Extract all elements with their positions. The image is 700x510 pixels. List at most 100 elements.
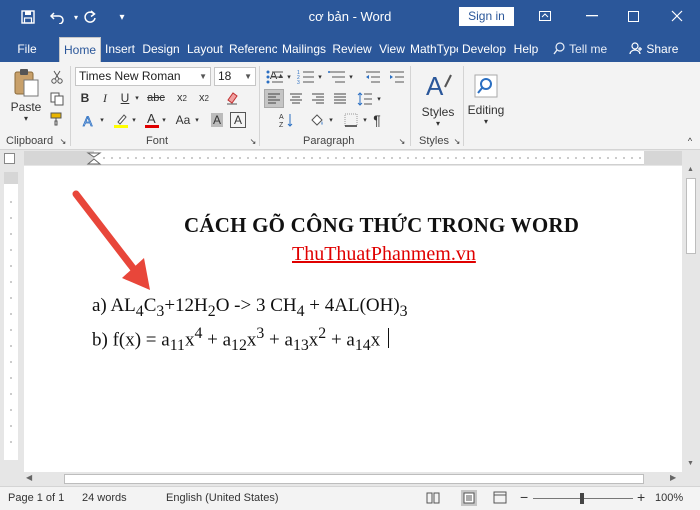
numbering-dropdown-icon[interactable]: ▾	[316, 67, 324, 87]
eq-a-sub: 3	[399, 302, 408, 320]
font-family-select[interactable]: Times New Roman ▼	[75, 67, 211, 86]
cut-icon[interactable]	[48, 68, 66, 86]
character-shading-icon[interactable]: A	[206, 110, 228, 130]
tab-home[interactable]: Home	[59, 37, 101, 62]
print-layout-icon[interactable]	[461, 490, 477, 506]
minimize-icon[interactable]	[577, 5, 607, 27]
vertical-scroll-thumb[interactable]	[686, 178, 696, 254]
shading-dropdown-icon[interactable]: ▾	[327, 110, 335, 130]
bullets-dropdown-icon[interactable]: ▾	[285, 67, 293, 87]
editing-button[interactable]: Editing ▾	[466, 66, 506, 132]
numbering-icon[interactable]: 123	[295, 67, 317, 87]
highlight-icon[interactable]	[110, 110, 132, 130]
text-effects-icon[interactable]: A	[78, 110, 100, 130]
redo-icon[interactable]	[80, 7, 100, 27]
document-page[interactable]: CÁCH GÕ CÔNG THỨC TRONG WORD ThuThuatPha…	[24, 166, 682, 472]
tab-references[interactable]: References	[229, 37, 277, 62]
vertical-ruler[interactable]	[4, 172, 18, 460]
vertical-scrollbar[interactable]: ▲ ▼	[682, 166, 700, 472]
maximize-icon[interactable]	[618, 5, 648, 27]
equation-a[interactable]: a) AL4C3+12H2O -> 3 CH4 + 4AL(OH)3	[92, 295, 408, 321]
document-site-link[interactable]: ThuThuatPhanmem.vn	[292, 243, 476, 266]
font-color-icon[interactable]: A	[142, 110, 162, 130]
clear-formatting-icon[interactable]	[222, 89, 242, 107]
language-indicator[interactable]: English (United States)	[166, 492, 279, 504]
sort-icon[interactable]: AZ	[276, 110, 298, 130]
scroll-right-icon[interactable]: ▶	[670, 473, 676, 482]
tab-mathtype[interactable]: MathType	[410, 37, 458, 62]
strikethrough-button[interactable]: abc	[144, 89, 168, 107]
close-icon[interactable]	[662, 5, 692, 27]
highlight-dropdown-icon[interactable]: ▾	[130, 110, 138, 130]
character-border-icon[interactable]: A	[230, 112, 246, 128]
undo-icon[interactable]	[48, 7, 68, 27]
align-center-button[interactable]	[286, 89, 306, 108]
zoom-out-icon[interactable]: −	[520, 489, 528, 505]
zoom-in-icon[interactable]: +	[637, 489, 645, 505]
clipboard-launcher-icon[interactable]: ↘	[58, 136, 68, 146]
save-icon[interactable]	[18, 7, 38, 27]
horizontal-scrollbar[interactable]: ◀ ▶	[24, 472, 682, 486]
tab-develop[interactable]: Develop	[460, 37, 508, 62]
tab-view[interactable]: View	[376, 37, 408, 62]
tab-mailings[interactable]: Mailings	[280, 37, 328, 62]
styles-launcher-icon[interactable]: ↘	[452, 136, 462, 146]
shading-icon[interactable]	[306, 110, 328, 130]
horizontal-ruler[interactable]	[24, 151, 682, 165]
zoom-level[interactable]: 100%	[655, 492, 683, 504]
ribbon-display-options-icon[interactable]	[530, 5, 560, 27]
subscript-button[interactable]: x2	[172, 89, 192, 107]
borders-icon[interactable]	[340, 110, 362, 130]
collapse-ribbon-icon[interactable]: ^	[684, 136, 696, 146]
page-count[interactable]: Page 1 of 1	[8, 492, 64, 504]
copy-icon[interactable]	[48, 90, 66, 108]
bold-button[interactable]: B	[76, 89, 94, 107]
line-spacing-icon[interactable]	[354, 89, 376, 108]
change-case-icon[interactable]: Aa	[172, 110, 194, 130]
italic-button[interactable]: I	[96, 89, 114, 107]
eq-a-sub: 2	[207, 302, 216, 320]
underline-dropdown-icon[interactable]: ▾	[132, 89, 142, 107]
multilevel-list-icon[interactable]	[326, 67, 348, 87]
horizontal-scroll-thumb[interactable]	[64, 474, 644, 484]
scroll-left-icon[interactable]: ◀	[26, 473, 32, 482]
word-count[interactable]: 24 words	[82, 492, 127, 504]
read-mode-icon[interactable]	[426, 491, 440, 507]
scroll-down-icon[interactable]: ▼	[687, 460, 694, 467]
paragraph-launcher-icon[interactable]: ↘	[397, 136, 407, 146]
web-layout-icon[interactable]	[493, 491, 507, 507]
align-right-button[interactable]	[308, 89, 328, 108]
styles-button[interactable]: A Styles ▾	[416, 66, 460, 132]
equation-b[interactable]: b) f(x) = a11x4 + a12x3 + a13x2 + a14x	[92, 325, 390, 355]
tab-selector[interactable]	[4, 153, 15, 164]
justify-button[interactable]	[330, 89, 350, 108]
increase-indent-icon[interactable]	[386, 67, 408, 87]
text-effects-dropdown-icon[interactable]: ▾	[98, 110, 106, 130]
tab-layout[interactable]: Layout	[184, 37, 226, 62]
tab-file[interactable]: File	[12, 37, 42, 62]
tab-help[interactable]: Help	[510, 37, 542, 62]
line-spacing-dropdown-icon[interactable]: ▾	[375, 89, 383, 108]
font-size-select[interactable]: 18 ▼	[214, 67, 256, 86]
tab-insert[interactable]: Insert	[102, 37, 138, 62]
font-launcher-icon[interactable]: ↘	[248, 136, 258, 146]
decrease-indent-icon[interactable]	[362, 67, 384, 87]
paste-button[interactable]: Paste ▾	[8, 66, 44, 124]
customize-toolbar-icon[interactable]: ▾	[112, 7, 132, 27]
multilevel-dropdown-icon[interactable]: ▾	[347, 67, 355, 87]
align-left-button[interactable]	[264, 89, 284, 108]
tab-review[interactable]: Review	[330, 37, 374, 62]
font-color-dropdown-icon[interactable]: ▾	[160, 110, 168, 130]
document-heading[interactable]: CÁCH GÕ CÔNG THỨC TRONG WORD	[184, 213, 579, 238]
show-formatting-marks-icon[interactable]: ¶	[368, 110, 386, 130]
change-case-dropdown-icon[interactable]: ▾	[193, 110, 201, 130]
zoom-slider-thumb[interactable]	[580, 493, 584, 504]
bullets-icon[interactable]	[264, 67, 286, 87]
tab-design[interactable]: Design	[140, 37, 182, 62]
superscript-button[interactable]: x2	[194, 89, 214, 107]
share-button[interactable]: Share	[629, 37, 678, 62]
sign-in-button[interactable]: Sign in	[459, 7, 514, 26]
scroll-up-icon[interactable]: ▲	[687, 166, 694, 173]
tell-me-search[interactable]: Tell me	[553, 37, 607, 62]
format-painter-icon[interactable]	[48, 110, 66, 128]
